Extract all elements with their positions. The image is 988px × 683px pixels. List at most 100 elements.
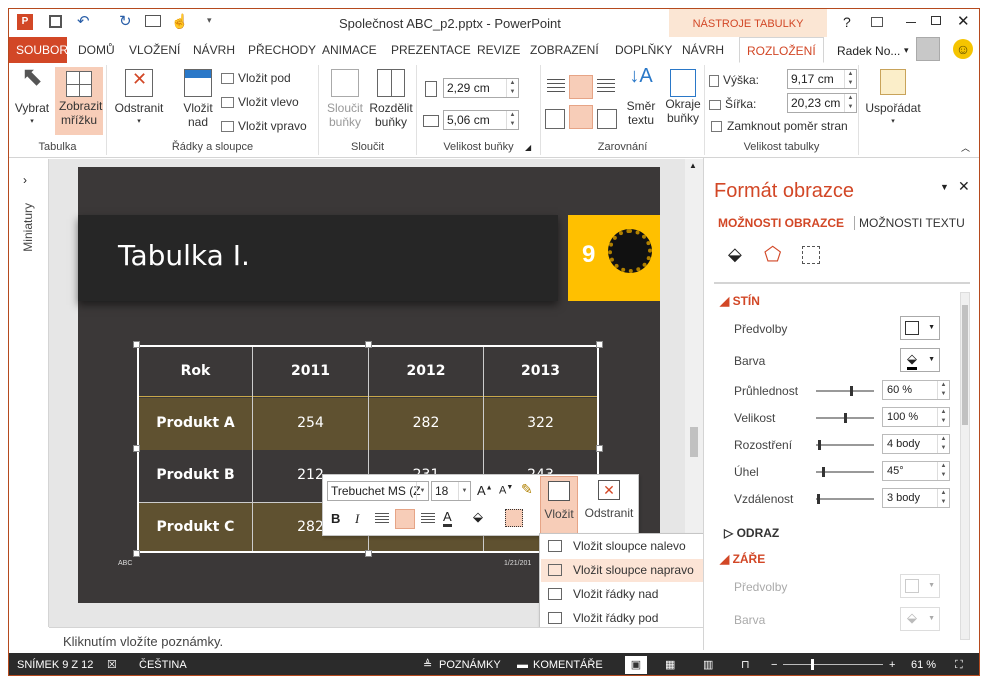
- spinner-icon[interactable]: ▲ ▼: [844, 70, 856, 88]
- cell-margins-button[interactable]: Okraje buňky: [663, 69, 703, 125]
- zoom-in-icon[interactable]: +: [889, 653, 895, 675]
- angle-slider-thumb[interactable]: [822, 467, 825, 477]
- language-label[interactable]: ČEŠTINA: [139, 653, 187, 675]
- fill-icon[interactable]: ⬙: [728, 244, 742, 265]
- align-bottom-icon[interactable]: [597, 109, 617, 129]
- user-dropdown-icon[interactable]: ▾: [904, 45, 909, 56]
- distance-slider[interactable]: [816, 498, 874, 500]
- spinner-icon[interactable]: ▲ ▼: [937, 489, 949, 507]
- font-name-select[interactable]: Trebuchet MS (Z ▼: [327, 481, 429, 501]
- save-icon[interactable]: [49, 15, 62, 28]
- avatar[interactable]: [916, 37, 940, 61]
- pane-options-icon[interactable]: ▼: [940, 182, 949, 192]
- font-size-select[interactable]: 18 ▼: [431, 481, 471, 501]
- smiley-icon[interactable]: ☺: [953, 39, 973, 59]
- insert-below-button[interactable]: Vložit pod: [221, 71, 291, 85]
- table-header-cell[interactable]: Rok: [139, 363, 252, 379]
- notes-area[interactable]: Kliknutím vložíte poznámky.: [49, 627, 703, 653]
- spinner-icon[interactable]: ▲ ▼: [506, 111, 518, 129]
- redo-icon[interactable]: ↻: [119, 12, 132, 30]
- table-cell[interactable]: Produkt B: [139, 467, 252, 483]
- resize-handle[interactable]: [133, 341, 140, 348]
- zoom-slider[interactable]: [783, 664, 883, 665]
- insert-right-button[interactable]: Vložit vpravo: [221, 119, 307, 133]
- select-button[interactable]: ⬉ Vybrat ▾: [13, 63, 51, 129]
- size-input[interactable]: 100 % ▲ ▼: [882, 407, 950, 427]
- menu-item-insert-columns-left[interactable]: Vložit sloupce nalevo: [541, 535, 713, 558]
- align-right-icon[interactable]: [421, 513, 435, 525]
- presentation-icon[interactable]: [145, 15, 161, 27]
- cell-width-input[interactable]: 5,06 cm ▲ ▼: [443, 110, 519, 130]
- tab-zobrazeni[interactable]: ZOBRAZENÍ: [523, 37, 606, 63]
- pane-scrollbar[interactable]: [960, 292, 970, 640]
- show-gridlines-button[interactable]: Zobrazit mřížku: [55, 67, 103, 135]
- fit-to-window-icon[interactable]: ⛶: [955, 653, 963, 675]
- font-color-icon[interactable]: A: [443, 509, 452, 527]
- tab-navrh-tabulky[interactable]: NÁVRH: [675, 37, 731, 63]
- scroll-thumb[interactable]: [962, 305, 968, 425]
- table-height-input[interactable]: 9,17 cm ▲ ▼: [787, 69, 857, 89]
- bold-icon[interactable]: B: [331, 511, 340, 526]
- align-center-icon[interactable]: [569, 75, 593, 99]
- distance-slider-thumb[interactable]: [817, 494, 820, 504]
- chevron-down-icon[interactable]: ▼: [458, 482, 470, 500]
- user-name[interactable]: Radek No...: [837, 44, 900, 58]
- slide-sorter-icon[interactable]: ▦: [665, 653, 675, 675]
- text-direction-button[interactable]: ↓A Směr textu: [621, 66, 661, 127]
- blur-input[interactable]: 4 body ▲ ▼: [882, 434, 950, 454]
- minimize-icon[interactable]: [906, 22, 916, 23]
- delete-mini-button[interactable]: ✕ Odstranit: [581, 476, 637, 534]
- blur-slider[interactable]: [816, 444, 874, 446]
- scroll-thumb[interactable]: [690, 427, 698, 457]
- table-cell[interactable]: Produkt A: [139, 415, 252, 431]
- spinner-icon[interactable]: ▲ ▼: [937, 408, 949, 426]
- tab-shape-options[interactable]: MOŽNOSTI OBRAZCE: [718, 216, 844, 230]
- spinner-icon[interactable]: ▲ ▼: [937, 381, 949, 399]
- align-center-icon[interactable]: [395, 509, 415, 529]
- merge-cells-button[interactable]: Sloučit buňky: [325, 69, 365, 129]
- insert-button[interactable]: Vložit: [540, 476, 578, 534]
- collapse-ribbon-icon[interactable]: ︿: [961, 141, 970, 154]
- table-cell[interactable]: Produkt C: [139, 519, 252, 535]
- delete-button[interactable]: ✕ Odstranit ▾: [113, 69, 165, 129]
- qat-more-icon[interactable]: ▾: [207, 15, 212, 26]
- comments-icon[interactable]: ▬: [517, 653, 528, 675]
- notes-icon[interactable]: ≜: [423, 653, 432, 675]
- expand-thumbnails-icon[interactable]: ›: [23, 173, 27, 187]
- zoom-out-icon[interactable]: −: [771, 653, 777, 675]
- spinner-icon[interactable]: ▲ ▼: [937, 435, 949, 453]
- table-cell[interactable]: 282: [369, 415, 483, 431]
- tab-animace[interactable]: ANIMACE: [315, 37, 384, 63]
- tab-domu[interactable]: DOMŮ: [71, 37, 122, 63]
- spinner-icon[interactable]: ▲ ▼: [937, 462, 949, 480]
- tab-navrh[interactable]: NÁVRH: [186, 37, 242, 63]
- table-cell[interactable]: 254: [253, 415, 368, 431]
- effects-icon[interactable]: ⬠: [764, 242, 781, 267]
- italic-icon[interactable]: I: [355, 511, 359, 527]
- tab-prechody[interactable]: PŘECHODY: [241, 37, 323, 63]
- align-right-icon[interactable]: [597, 79, 615, 95]
- comments-button[interactable]: KOMENTÁŘE: [533, 653, 603, 675]
- tab-soubor[interactable]: SOUBOR: [9, 37, 68, 63]
- resize-handle[interactable]: [133, 445, 140, 452]
- tab-rozlozeni[interactable]: ROZLOŽENÍ: [739, 37, 824, 63]
- tab-vlozeni[interactable]: VLOŽENÍ: [122, 37, 187, 63]
- cell-height-input[interactable]: 2,29 cm ▲ ▼: [443, 78, 519, 98]
- zoom-level[interactable]: 61 %: [911, 653, 936, 675]
- color-dropdown[interactable]: ⬙ ▼: [900, 348, 940, 372]
- size-slider-thumb[interactable]: [844, 413, 847, 423]
- menu-item-insert-columns-right[interactable]: Vložit sloupce napravo: [541, 559, 713, 582]
- align-left-icon[interactable]: [547, 79, 565, 95]
- align-left-icon[interactable]: [375, 513, 389, 525]
- shrink-font-icon[interactable]: A▼: [499, 484, 513, 497]
- tab-revize[interactable]: REVIZE: [470, 37, 527, 63]
- transparency-input[interactable]: 60 % ▲ ▼: [882, 380, 950, 400]
- shadow-section-toggle[interactable]: ◢ STÍN: [720, 294, 760, 308]
- undo-icon[interactable]: ↶: [77, 12, 90, 30]
- resize-handle[interactable]: [596, 445, 603, 452]
- resize-handle[interactable]: [365, 341, 372, 348]
- transparency-slider[interactable]: [816, 390, 874, 392]
- resize-handle[interactable]: [133, 550, 140, 557]
- spellcheck-icon[interactable]: ☒: [107, 653, 117, 675]
- distance-input[interactable]: 3 body ▲ ▼: [882, 488, 950, 508]
